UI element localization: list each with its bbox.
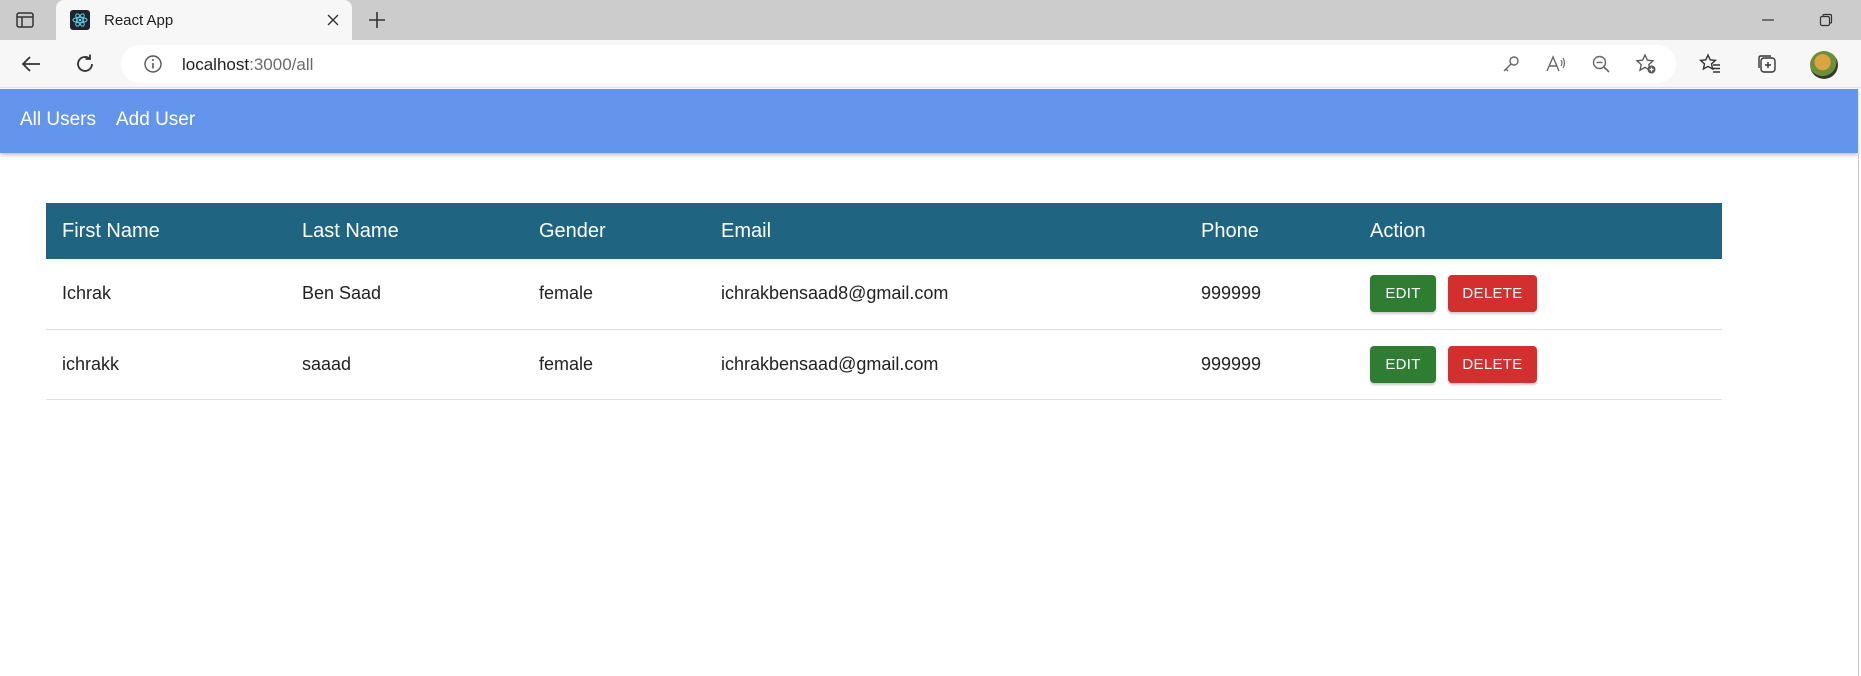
column-header-first-name: First Name: [62, 219, 160, 242]
users-table: First Name Last Name Gender Email Phone …: [46, 203, 1722, 400]
url-host: localhost: [182, 55, 250, 74]
action-cell: EDIT DELETE: [1354, 329, 1722, 400]
page-scrollbar-edge: [1858, 153, 1859, 676]
phone-cell: 999999: [1185, 259, 1354, 330]
first-name-cell: Ichrak: [46, 259, 286, 330]
browser-tab[interactable]: React App: [56, 0, 352, 40]
read-aloud-icon[interactable]: [1544, 52, 1568, 76]
phone-cell: 999999: [1185, 329, 1354, 400]
collections-icon[interactable]: [1755, 52, 1779, 76]
sidebar-toggle-icon[interactable]: [14, 10, 36, 30]
browser-tabstrip: React App: [0, 0, 1861, 40]
react-logo-icon: [70, 10, 90, 30]
avatar[interactable]: [1810, 51, 1838, 79]
restore-icon[interactable]: [1818, 12, 1834, 28]
tab-title: React App: [104, 11, 174, 29]
last-name-cell: saaad: [286, 329, 523, 400]
zoom-out-icon[interactable]: [1589, 52, 1613, 76]
column-header-last-name: Last Name: [302, 219, 399, 242]
table-row: ichrakk saaad female ichrakbensaad@gmail…: [46, 329, 1722, 400]
column-header-email: Email: [721, 219, 772, 242]
last-name-cell: Ben Saad: [286, 259, 523, 330]
url-path: :3000/all: [249, 55, 314, 74]
gender-cell: female: [523, 329, 705, 400]
table-row: Ichrak Ben Saad female ichrakbensaad8@gm…: [46, 259, 1722, 330]
column-header-phone: Phone: [1201, 219, 1259, 242]
table-header-row: First Name Last Name Gender Email Phone …: [46, 203, 1722, 259]
address-bar[interactable]: localhost:3000/all: [121, 45, 1676, 83]
email-cell: ichrakbensaad@gmail.com: [705, 329, 1185, 400]
column-header-gender: Gender: [539, 219, 606, 242]
app-navbar: All Users Add User: [0, 89, 1858, 153]
url-text: localhost:3000/all: [182, 55, 313, 75]
delete-button[interactable]: DELETE: [1448, 275, 1537, 313]
action-cell: EDIT DELETE: [1354, 259, 1722, 330]
back-icon[interactable]: [19, 52, 43, 76]
edit-button[interactable]: EDIT: [1370, 275, 1436, 313]
gender-cell: female: [523, 259, 705, 330]
delete-button[interactable]: DELETE: [1448, 345, 1537, 383]
column-header-action: Action: [1370, 219, 1426, 242]
email-cell: ichrakbensaad8@gmail.com: [705, 259, 1185, 330]
refresh-icon[interactable]: [73, 52, 97, 76]
plus-icon[interactable]: [366, 9, 388, 31]
edit-button[interactable]: EDIT: [1370, 345, 1436, 383]
nav-all-users[interactable]: All Users: [20, 109, 96, 131]
nav-add-user[interactable]: Add User: [116, 109, 195, 131]
favorites-icon[interactable]: [1698, 52, 1722, 76]
key-icon[interactable]: [1499, 52, 1523, 76]
first-name-cell: ichrakk: [46, 329, 286, 400]
info-icon[interactable]: [141, 52, 165, 76]
add-favorite-icon[interactable]: [1634, 52, 1658, 76]
browser-toolbar: localhost:3000/all: [0, 40, 1861, 88]
minimize-icon[interactable]: [1760, 12, 1776, 28]
close-icon[interactable]: [324, 11, 342, 29]
